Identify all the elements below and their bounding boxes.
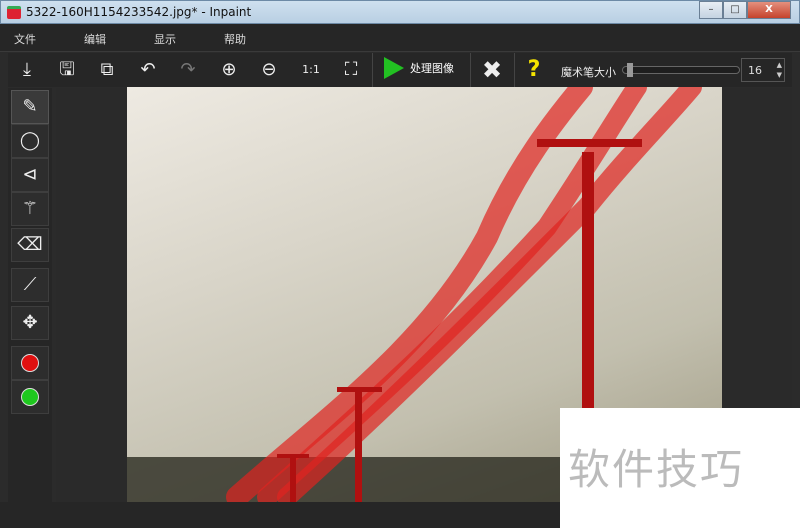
play-icon xyxy=(384,57,404,79)
process-image-button[interactable]: 处理图像 xyxy=(384,57,454,79)
cancel-icon[interactable]: ✖ xyxy=(478,57,506,83)
help-icon[interactable]: ? xyxy=(520,57,548,83)
title-bar: 5322-160H1154233542.jpg* - Inpaint – □ X xyxy=(0,0,800,24)
magic-wand-icon[interactable]: ⚚ xyxy=(11,192,49,226)
watermark: 软件技巧 xyxy=(560,408,800,528)
zoom-fit-icon[interactable]: ⛶ xyxy=(337,57,365,83)
zoom-out-icon[interactable]: ⊖ xyxy=(255,57,283,83)
green-dot-icon xyxy=(21,388,39,406)
slider-thumb[interactable] xyxy=(627,63,634,77)
red-dot-icon xyxy=(21,354,39,372)
app-icon xyxy=(7,6,21,19)
brush-size-input[interactable]: 16 ▲ ▼ xyxy=(741,58,785,82)
save-icon[interactable]: 🖫 xyxy=(53,57,81,83)
green-marker-button[interactable] xyxy=(11,380,49,414)
undo-icon[interactable]: ↶ xyxy=(134,57,162,83)
polygon-lasso-icon[interactable]: ⊲ xyxy=(11,158,49,192)
spin-arrows[interactable]: ▲ ▼ xyxy=(777,60,782,80)
marker-tool-icon[interactable]: ✎ xyxy=(11,90,49,124)
menu-view[interactable]: 显示 xyxy=(154,31,176,47)
move-icon[interactable]: ✥ xyxy=(11,306,49,340)
brush-size-label: 魔术笔大小 xyxy=(561,66,616,79)
window-title: 5322-160H1154233542.jpg* - Inpaint xyxy=(26,5,252,19)
redo-icon[interactable]: ↷ xyxy=(174,57,202,83)
zoom-actual-icon[interactable]: 1:1 xyxy=(297,57,325,83)
maximize-button[interactable]: □ xyxy=(723,1,747,19)
red-marker-button[interactable] xyxy=(11,346,49,380)
menu-file[interactable]: 文件 xyxy=(14,31,36,47)
lasso-tool-icon[interactable]: ◯ xyxy=(11,124,49,158)
zoom-in-icon[interactable]: ⊕ xyxy=(215,57,243,83)
preview-icon[interactable]: ⧉ xyxy=(93,57,121,83)
menu-help[interactable]: 帮助 xyxy=(224,31,246,47)
open-icon[interactable]: ⤓ xyxy=(13,57,41,83)
brush-size-value: 16 xyxy=(748,64,762,77)
minimize-button[interactable]: – xyxy=(699,1,723,19)
line-tool-icon[interactable]: ⟋ xyxy=(11,268,49,302)
menu-edit[interactable]: 编辑 xyxy=(84,31,106,47)
menu-bar: 文件 编辑 显示 帮助 xyxy=(0,24,800,52)
watermark-text: 软件技巧 xyxy=(568,445,745,494)
eraser-icon[interactable]: ⌫ xyxy=(11,228,49,262)
tool-panel: ✎ ◯ ⊲ ⚚ ⌫ ⟋ ✥ xyxy=(8,88,52,502)
process-label: 处理图像 xyxy=(410,62,454,75)
close-button[interactable]: X xyxy=(747,1,791,19)
brush-size-slider[interactable] xyxy=(622,63,740,77)
toolbar: ⤓ 🖫 ⧉ ↶ ↷ ⊕ ⊖ 1:1 ⛶ 处理图像 ✖ ? 魔术笔大小 16 ▲ ▼ xyxy=(8,53,792,87)
